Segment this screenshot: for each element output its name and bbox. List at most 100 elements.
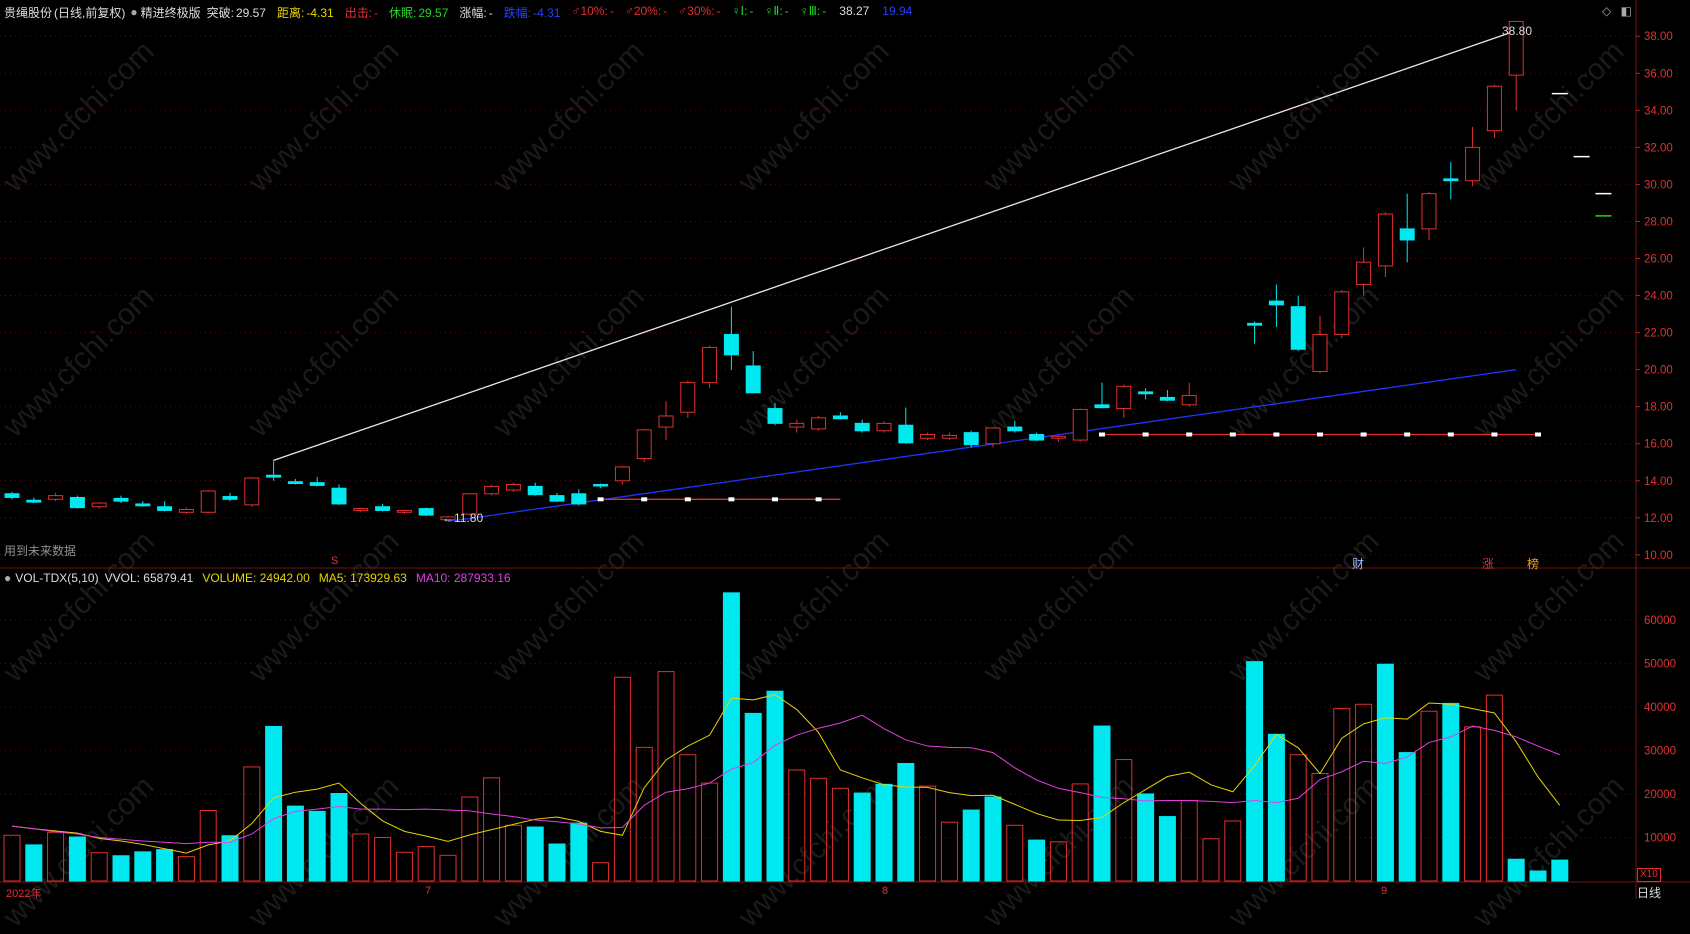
volume-bar [788, 769, 806, 882]
tag-zhang[interactable]: 涨 [1482, 555, 1494, 572]
volume-bar [439, 854, 457, 882]
volume-bar [1485, 694, 1503, 882]
candle-body [593, 483, 609, 487]
volume-fields: VVOL: 65879.41 VOLUME: 24942.00 MA5: 17392… [105, 571, 520, 585]
price-field: ♂20%: - [624, 3, 668, 18]
candle-body [1181, 395, 1197, 406]
x-label-sep: 9 [1381, 885, 1388, 897]
volume-bar [177, 856, 195, 882]
price-field: 出击: - [344, 5, 379, 20]
candle-body [178, 509, 194, 513]
diamond-icon[interactable]: ◇ [1602, 4, 1611, 18]
support-marker [1404, 432, 1411, 437]
candle-body [1334, 291, 1350, 335]
volume-bar [134, 851, 152, 882]
candle-body [832, 415, 848, 420]
candle-body [1072, 408, 1088, 441]
candle-body [157, 506, 173, 511]
price-tick-label: 36.00 [1644, 68, 1673, 80]
volume-bar [3, 834, 21, 882]
candle-body [26, 499, 42, 503]
candle-body [1377, 213, 1393, 267]
volume-bar [1355, 703, 1373, 882]
candle-body [484, 485, 500, 495]
price-field: ♂10%: - [571, 3, 614, 18]
volume-tick-label: 40000 [1644, 702, 1676, 714]
candle-body [614, 466, 630, 482]
indicator-name[interactable]: 精进终极版 [141, 4, 201, 21]
volume-tick-label: 60000 [1644, 615, 1676, 627]
price-tick-label: 38.00 [1644, 31, 1673, 43]
volume-bar [701, 782, 719, 882]
volume-tick-label: 50000 [1644, 658, 1676, 670]
volume-bar [1202, 838, 1220, 882]
price-field: 19.94 [882, 3, 913, 18]
price-tick-label: 30.00 [1644, 179, 1673, 191]
volume-bar [461, 796, 479, 882]
main-chart-svg[interactable]: 38.00 36.00 34.00 32.00 30.00 28.00 26.00 24.00… [0, 0, 1690, 899]
price-field: 距离: -4.31 [276, 5, 334, 20]
volume-bar [1376, 663, 1394, 882]
volume-field: MA5: 173929.63 [318, 571, 407, 585]
volume-bar [504, 824, 522, 882]
volume-bar [1507, 858, 1525, 882]
volume-header: ● VOL-TDX(5,10) VVOL: 65879.41 VOLUME: 24… [4, 570, 522, 586]
candle-body [266, 474, 282, 478]
price-field: 涨幅: - [459, 5, 493, 20]
candle-body [1268, 300, 1284, 306]
candle-body [920, 433, 936, 439]
tag-cai[interactable]: 财 [1352, 555, 1364, 572]
candle-body [549, 495, 565, 502]
support-marker [1142, 432, 1149, 437]
candle-body [941, 434, 957, 439]
candle-body [854, 422, 870, 432]
volume-bar [1093, 725, 1111, 882]
support-marker [1491, 432, 1498, 437]
tag-bang[interactable]: 榜 [1527, 555, 1539, 572]
indicator-dropdown-icon[interactable]: ● [130, 5, 137, 19]
volume-bar [853, 792, 871, 882]
volume-bar [1442, 702, 1460, 882]
volume-bar [1006, 824, 1024, 882]
price-tick-label: 26.00 [1644, 254, 1673, 266]
volume-bar [374, 836, 392, 882]
volume-bar [1180, 799, 1198, 882]
x10-button[interactable]: X10 [1637, 868, 1661, 882]
volume-field: VVOL: 65879.41 [104, 571, 194, 585]
support-marker [684, 497, 691, 502]
volume-bar [1246, 661, 1264, 882]
candles-layer [4, 20, 1524, 522]
candle-body [1116, 385, 1132, 410]
volume-bar [1529, 870, 1547, 882]
volume-bar [1267, 733, 1285, 882]
volume-bar [286, 805, 304, 882]
window-controls: ◇ ◧ [1602, 4, 1632, 18]
price-field: ♂30%: - [678, 3, 721, 18]
volume-bar [919, 785, 937, 882]
volume-bar [722, 592, 740, 882]
support-marker [1360, 432, 1367, 437]
volume-indicator-name[interactable]: VOL-TDX(5,10) [15, 571, 98, 585]
candle-body [222, 496, 238, 500]
candle-body [1007, 426, 1023, 432]
stock-name[interactable]: 贵绳股份 [4, 4, 52, 21]
volume-bar [526, 826, 544, 882]
price-fields: 突破: 29.57 距离: -4.31 出击: - 休眠: 29.57 涨幅: - 跌幅: -4.31… [207, 4, 924, 21]
volume-bar [25, 844, 43, 882]
volume-bar [1464, 726, 1482, 882]
volume-bar [875, 783, 893, 882]
candle-body [331, 487, 347, 505]
period-tab[interactable]: 日线 [1637, 884, 1661, 901]
candle-body [69, 496, 85, 509]
volume-bar [1071, 783, 1089, 882]
volume-dropdown-icon[interactable]: ● [4, 571, 11, 585]
price-tick-label: 16.00 [1644, 439, 1673, 451]
candle-body [527, 485, 543, 496]
panel-toggle-icon[interactable]: ◧ [1621, 4, 1632, 18]
price-tick-label: 10.00 [1644, 550, 1673, 562]
volume-tick-label: 20000 [1644, 789, 1676, 801]
volume-bar [766, 690, 784, 882]
price-tick-label: 18.00 [1644, 402, 1673, 414]
candle-body [1399, 228, 1415, 241]
candle-body [898, 424, 914, 444]
